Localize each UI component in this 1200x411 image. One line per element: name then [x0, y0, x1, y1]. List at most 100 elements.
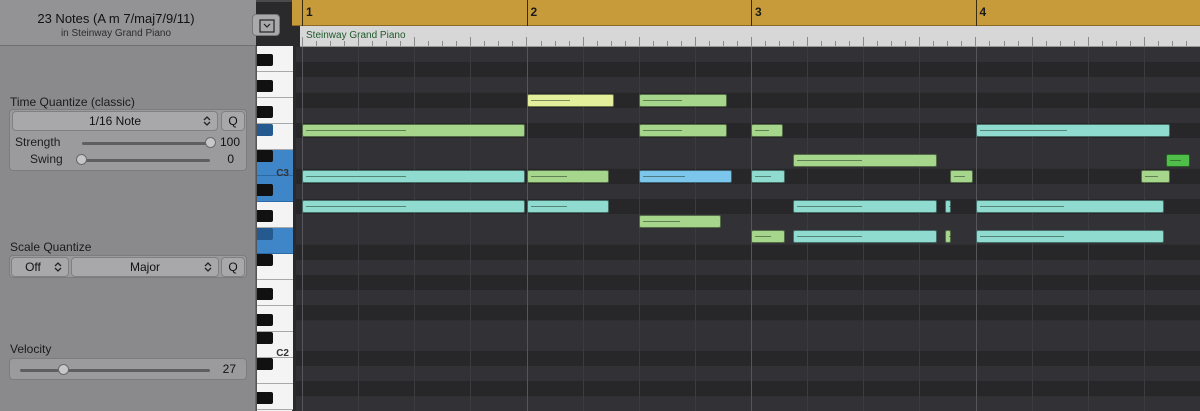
beat-tick	[358, 37, 360, 46]
region-subtitle: in Steinway Grand Piano	[60, 28, 172, 39]
note-velocity-line	[642, 175, 685, 177]
midi-note[interactable]	[793, 200, 938, 213]
strength-slider-track[interactable]	[82, 142, 210, 145]
swing-slider-track[interactable]	[76, 159, 210, 162]
midi-note[interactable]	[975, 230, 1165, 244]
region-header[interactable]: Steinway Grand Piano	[300, 26, 1200, 47]
scale-root-select[interactable]: Off	[11, 257, 69, 277]
black-key[interactable]	[257, 228, 273, 240]
midi-note[interactable]	[944, 230, 952, 244]
black-key[interactable]	[257, 124, 273, 136]
velocity-value: 27	[222, 362, 236, 376]
midi-note[interactable]	[302, 200, 525, 213]
note-velocity-line	[530, 206, 568, 207]
beat-line	[358, 47, 360, 411]
beat-line	[863, 47, 865, 411]
timeline-ruler[interactable]: 1 2 3 4 Steinway Grand Piano	[292, 0, 1200, 47]
note-velocity-line	[979, 130, 1067, 131]
midi-note[interactable]	[751, 230, 786, 244]
time-quantize-select[interactable]: 1/16 Note	[12, 111, 218, 131]
beat-tick	[1017, 41, 1019, 46]
beat-tick	[1157, 41, 1159, 46]
pitch-lane	[296, 335, 1200, 351]
midi-note[interactable]	[950, 169, 974, 183]
beat-tick	[835, 41, 837, 46]
midi-note[interactable]	[638, 124, 727, 137]
beat-tick	[1115, 41, 1117, 46]
black-key[interactable]	[257, 80, 273, 92]
black-key[interactable]	[257, 332, 273, 344]
bar-tick	[302, 0, 303, 26]
note-velocity-line	[755, 130, 770, 131]
black-key[interactable]	[257, 150, 273, 162]
midi-note[interactable]	[302, 124, 525, 137]
note-velocity-line	[948, 206, 952, 207]
midi-note[interactable]	[793, 230, 938, 244]
up-down-arrows-icon	[203, 116, 211, 126]
black-key[interactable]	[257, 314, 273, 326]
pitch-lane	[296, 183, 1200, 199]
beat-tick	[582, 37, 584, 46]
bar-line	[302, 47, 303, 411]
velocity-label: Velocity	[10, 342, 52, 356]
midi-note[interactable]	[526, 169, 609, 183]
black-key[interactable]	[257, 288, 273, 300]
beat-line	[1087, 47, 1089, 411]
black-key[interactable]	[257, 106, 273, 118]
beat-tick	[386, 41, 388, 46]
beat-tick	[442, 41, 444, 46]
velocity-slider-track[interactable]	[20, 369, 210, 372]
midi-note[interactable]	[638, 169, 733, 183]
time-quantize-q-button[interactable]: Q	[221, 111, 245, 131]
midi-note[interactable]	[302, 169, 525, 183]
velocity-slider-knob[interactable]	[57, 364, 69, 375]
beat-tick	[330, 41, 332, 46]
beat-tick	[456, 41, 458, 46]
beat-tick	[1143, 37, 1145, 46]
beat-tick	[680, 41, 682, 46]
scale-root-value: Off	[25, 260, 41, 274]
midi-note[interactable]	[944, 200, 952, 213]
midi-note[interactable]	[526, 200, 609, 213]
midi-note[interactable]	[1166, 154, 1190, 168]
black-key[interactable]	[257, 210, 273, 222]
beat-tick	[821, 41, 823, 46]
black-key[interactable]	[257, 358, 273, 370]
pitch-lane	[296, 290, 1200, 306]
midi-note[interactable]	[1141, 169, 1170, 183]
note-velocity-line	[306, 175, 407, 177]
scale-type-select[interactable]: Major	[71, 257, 219, 277]
pitch-lane	[296, 77, 1200, 93]
midi-note[interactable]	[751, 169, 786, 183]
pitch-lane	[296, 320, 1200, 336]
beat-tick	[961, 41, 963, 46]
time-quantize-group: 1/16 Note Q Strength 100 Swing 0	[9, 109, 247, 171]
black-key[interactable]	[257, 392, 273, 404]
pitch-lane	[296, 259, 1200, 275]
black-key[interactable]	[257, 54, 273, 66]
scale-quantize-q-button[interactable]: Q	[221, 257, 245, 277]
beat-tick	[344, 41, 346, 46]
inspector-toggle-button[interactable]	[252, 14, 280, 36]
black-key[interactable]	[257, 184, 273, 196]
note-grid[interactable]	[296, 47, 1200, 411]
midi-note[interactable]	[638, 215, 721, 229]
beat-tick	[849, 41, 851, 46]
black-key[interactable]	[257, 254, 273, 266]
up-down-arrows-icon	[204, 262, 212, 272]
beat-line	[1143, 47, 1145, 411]
midi-note[interactable]	[526, 93, 615, 107]
note-velocity-line	[306, 130, 407, 131]
swing-slider-knob[interactable]	[76, 154, 87, 165]
midi-note[interactable]	[975, 124, 1170, 137]
time-quantize-value: 1/16 Note	[88, 114, 142, 128]
midi-note[interactable]	[975, 200, 1165, 213]
piano-keyboard[interactable]: C3 C2	[256, 46, 293, 411]
midi-note[interactable]	[793, 154, 938, 168]
bar-ruler[interactable]: 1 2 3 4	[292, 0, 1200, 26]
beat-tick	[919, 37, 921, 46]
beat-tick	[1087, 37, 1089, 46]
midi-note[interactable]	[751, 124, 783, 137]
midi-note[interactable]	[638, 93, 727, 107]
pitch-lane	[296, 214, 1200, 230]
